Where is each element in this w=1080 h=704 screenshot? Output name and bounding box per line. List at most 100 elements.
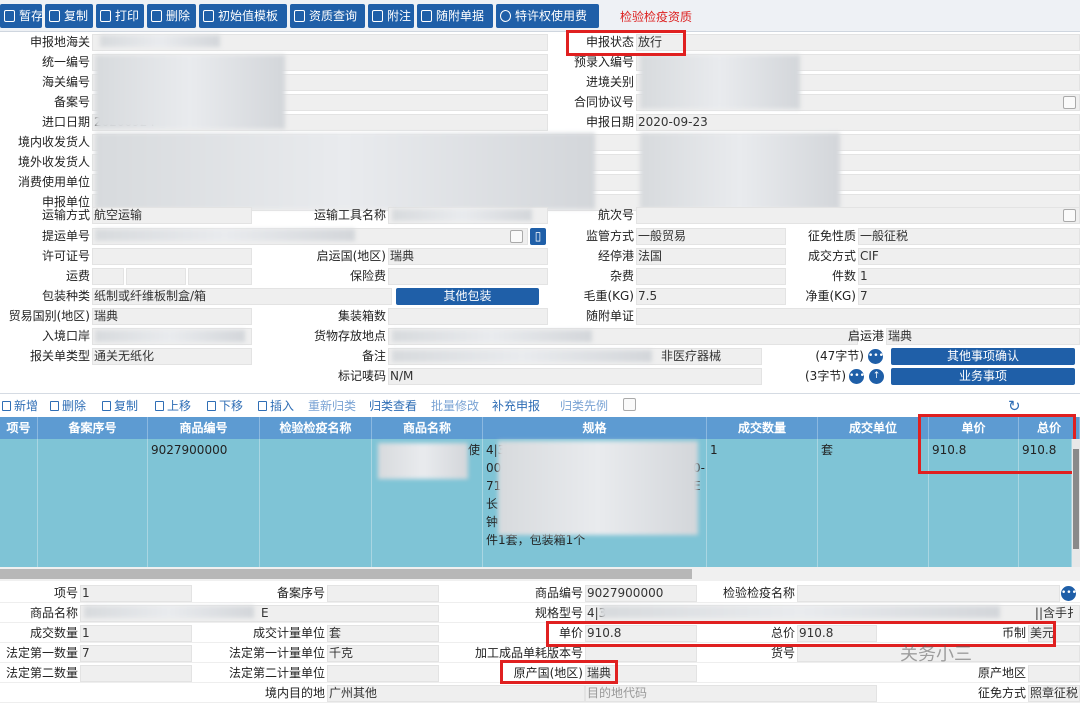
insert-button[interactable]: 插入: [258, 397, 294, 415]
template-button[interactable]: 初始值模板: [199, 4, 287, 28]
record-seq-label: 备案序号: [276, 586, 325, 600]
goods-no-field[interactable]: 9027900000: [585, 585, 697, 602]
deal-mode-field[interactable]: CIF: [858, 248, 1080, 265]
business-items-button[interactable]: 业务事项: [891, 368, 1075, 385]
freight-field-2[interactable]: [126, 268, 186, 285]
grid-copy-button[interactable]: 复制: [102, 397, 138, 415]
voyage-field[interactable]: [636, 207, 1080, 224]
delete-button[interactable]: 删除: [147, 4, 196, 28]
misc-fee-field[interactable]: [636, 268, 786, 285]
move-down-button[interactable]: 下移: [207, 397, 243, 415]
col-goods-name[interactable]: 商品名称: [372, 417, 483, 439]
license-label: 许可证号: [41, 249, 90, 263]
attached-docs-field[interactable]: [636, 308, 1080, 325]
inspection-qualification-link[interactable]: 检验检疫资质: [620, 8, 692, 25]
royalty-button[interactable]: 特许权使用费: [496, 4, 599, 28]
col-unit[interactable]: 成交单位: [818, 417, 929, 439]
refresh-icon[interactable]: ↻: [1008, 397, 1021, 415]
trade-country-label: 贸易国别(地区): [8, 309, 90, 323]
redacted-block: [392, 330, 592, 342]
more-icon[interactable]: •••: [868, 349, 884, 364]
supervision-field[interactable]: 一般贸易: [636, 228, 786, 245]
legal-unit2-field[interactable]: [327, 665, 439, 682]
table-row[interactable]: 9027900000 使 4|3 00 71 长 钟 件1套，包装箱1个 0- …: [0, 414, 1080, 567]
gross-weight-field[interactable]: 7.5: [636, 288, 786, 305]
reclassify-button[interactable]: 重新归类: [296, 397, 356, 415]
pieces-field[interactable]: 1: [858, 268, 1080, 285]
item-no-field[interactable]: 1: [80, 585, 192, 602]
grid-delete-button[interactable]: 删除: [50, 397, 86, 415]
batch-edit-button[interactable]: 批量修改: [419, 397, 479, 415]
container-count-field[interactable]: [388, 308, 548, 325]
more-icon[interactable]: •••: [1061, 586, 1077, 601]
col-goods-no[interactable]: 商品编号: [148, 417, 260, 439]
add-button[interactable]: 新增: [2, 397, 38, 415]
other-pack-button[interactable]: 其他包装: [396, 288, 539, 305]
mark-label: 标记唛码: [337, 369, 386, 383]
col-item-no[interactable]: 项号: [0, 417, 38, 439]
mark-field[interactable]: N/M: [388, 368, 762, 385]
depart-port-field[interactable]: 瑞典: [886, 328, 1080, 345]
origin-country-field[interactable]: 瑞典: [388, 248, 548, 265]
record-seq-field[interactable]: [327, 585, 439, 602]
annotation-button[interactable]: 附注: [368, 4, 414, 28]
scroll-thumb[interactable]: [1073, 449, 1079, 549]
classify-precedent-button[interactable]: 归类先例: [548, 397, 608, 415]
deal-unit-field[interactable]: 套: [327, 625, 439, 642]
bill-checkbox[interactable]: [510, 230, 523, 243]
legal-qty2-field[interactable]: [80, 665, 192, 682]
tax-nature-field[interactable]: 一般征税: [858, 228, 1080, 245]
destination-field[interactable]: 广州其他: [327, 685, 585, 702]
contract-label: 合同协议号: [573, 95, 634, 109]
container-count-label: 集装箱数: [337, 309, 386, 323]
redacted-block: [95, 133, 595, 209]
highlight-box: [500, 660, 618, 684]
pack-type-field[interactable]: 纸制或纤维板制盒/箱: [92, 288, 392, 305]
inspection-name-field[interactable]: [797, 585, 1060, 602]
transport-mode-label: 运输方式: [41, 208, 90, 222]
arrow-up-icon: [155, 401, 164, 411]
more-icon[interactable]: •••: [849, 369, 865, 384]
form-type-field[interactable]: 通关无纸化: [92, 348, 252, 365]
voyage-checkbox[interactable]: [1063, 209, 1076, 222]
stop-port-field[interactable]: 法国: [636, 248, 786, 265]
save-button[interactable]: 暂存: [0, 4, 42, 28]
deal-qty-field[interactable]: 1: [80, 625, 192, 642]
legal-qty1-field[interactable]: 7: [80, 645, 192, 662]
license-field[interactable]: [92, 248, 252, 265]
col-spec[interactable]: 规格: [483, 417, 707, 439]
scroll-thumb[interactable]: [0, 569, 692, 579]
destination-code-field[interactable]: 目的地代码: [585, 685, 877, 702]
col-record-seq[interactable]: 备案序号: [38, 417, 148, 439]
attached-docs-button[interactable]: 随附单据: [417, 4, 493, 28]
tax-mode-field[interactable]: 照章征税: [1028, 685, 1080, 702]
redacted-block: [378, 443, 468, 479]
supplement-button[interactable]: 补充申报: [480, 397, 540, 415]
qualification-query-button[interactable]: 资质查询: [290, 4, 365, 28]
col-inspection-name[interactable]: 检验检疫名称: [260, 417, 372, 439]
arrow-up-icon[interactable]: ↑: [869, 369, 884, 384]
record-no-label: 备案号: [53, 95, 90, 109]
tax-mode-label: 征免方式: [977, 686, 1026, 700]
grid-vertical-scrollbar[interactable]: [1072, 439, 1080, 567]
other-confirm-button[interactable]: 其他事项确认: [891, 348, 1075, 365]
consumer-label: 消费使用单位: [17, 175, 90, 189]
copy-button[interactable]: 复制: [45, 4, 93, 28]
print-button[interactable]: 打印: [96, 4, 144, 28]
legal-unit1-field[interactable]: 千克: [327, 645, 439, 662]
col-quantity[interactable]: 成交数量: [707, 417, 818, 439]
freight-field-3[interactable]: [188, 268, 252, 285]
grid-toolbar-checkbox[interactable]: [623, 398, 636, 411]
declare-date-field[interactable]: 2020-09-23: [636, 114, 1080, 131]
remark-byte-count: (47字节): [815, 349, 864, 363]
classify-view-button[interactable]: 归类查看: [357, 397, 417, 415]
contract-checkbox[interactable]: [1063, 96, 1076, 109]
move-up-button[interactable]: 上移: [155, 397, 191, 415]
insurance-field[interactable]: [388, 268, 548, 285]
bill-document-icon[interactable]: ▯: [530, 228, 546, 245]
grid-horizontal-scrollbar[interactable]: [0, 567, 1080, 581]
transport-mode-field[interactable]: 航空运输: [92, 207, 252, 224]
trade-country-field[interactable]: 瑞典: [92, 308, 252, 325]
freight-field-1[interactable]: [92, 268, 124, 285]
net-weight-field[interactable]: 7: [858, 288, 1080, 305]
